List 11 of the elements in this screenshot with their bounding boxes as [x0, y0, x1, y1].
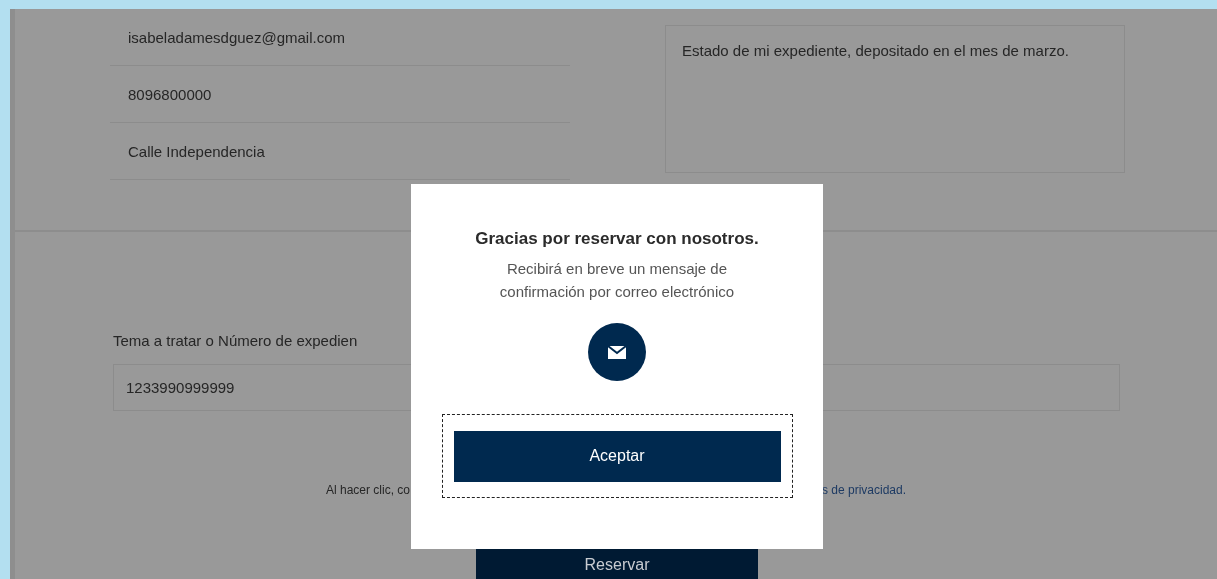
- field-label: Tema a tratar o Número de expedien: [113, 332, 358, 351]
- accept-button[interactable]: Aceptar: [453, 430, 781, 482]
- privacy-link[interactable]: s de privacidad.: [822, 483, 907, 497]
- input-field[interactable]: Calle Independencia: [110, 123, 570, 180]
- consent-text: Al hacer clic, co: [325, 483, 410, 497]
- input-field[interactable]: isabeladamesdguez@gmail.com: [110, 9, 570, 66]
- message-field[interactable]: Estado de mi expediente, depositado en el mes de marzo.: [665, 25, 1125, 173]
- dialog-title: Gracias por reservar con nosotros.: [475, 229, 759, 249]
- input-field[interactable]: 8096800000: [110, 66, 570, 123]
- mail-icon: [588, 323, 646, 381]
- dialog-message: Recibirá en breve un mensaje de confirmación por correo electrónico: [498, 259, 736, 302]
